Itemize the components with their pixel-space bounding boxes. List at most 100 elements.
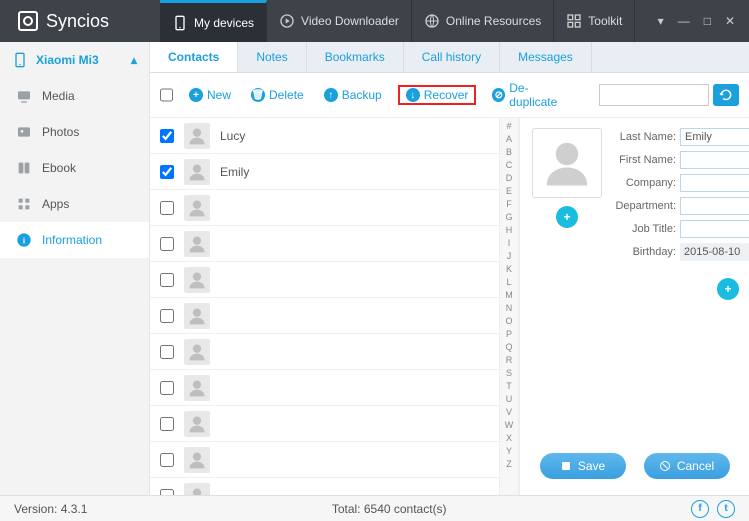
index-letter[interactable]: V [506,406,512,419]
minimize-icon[interactable]: — [678,14,690,28]
sidebar-item-photos[interactable]: Photos [0,114,149,150]
index-letter[interactable]: L [506,276,511,289]
row-checkbox[interactable] [160,453,174,467]
index-letter[interactable]: K [506,263,512,276]
job-title-field[interactable] [680,220,749,238]
up-icon: ↑ [324,88,338,102]
index-letter[interactable]: I [508,237,511,250]
index-letter[interactable]: C [506,159,513,172]
version-label: Version: 4.3.1 [14,502,87,516]
row-checkbox[interactable] [160,381,174,395]
tab-call-history[interactable]: Call history [404,42,500,72]
contact-row[interactable]: Lucy [150,118,499,154]
detail-panel: + Last Name: First Name: Company: Depart… [519,118,749,495]
index-letter[interactable]: W [505,419,514,432]
index-letter[interactable]: E [506,185,512,198]
contact-row[interactable]: Emily [150,154,499,190]
index-letter[interactable]: Y [506,445,512,458]
index-letter[interactable]: X [506,432,512,445]
index-letter[interactable]: Q [505,341,512,354]
index-letter[interactable]: # [506,120,511,133]
index-letter[interactable]: O [505,315,512,328]
contact-row[interactable] [150,262,499,298]
index-letter[interactable]: N [506,302,513,315]
index-letter[interactable]: A [506,133,512,146]
down-icon: ↓ [406,88,420,102]
row-checkbox[interactable] [160,129,174,143]
index-letter[interactable]: Z [506,458,512,471]
index-letter[interactable]: D [506,172,513,185]
tab-bookmarks[interactable]: Bookmarks [307,42,404,72]
twitter-icon[interactable]: t [717,500,735,518]
index-letter[interactable]: U [506,393,513,406]
department-field[interactable] [680,197,749,215]
index-letter[interactable]: F [506,198,512,211]
sidebar-item-information[interactable]: iInformation [0,222,149,258]
contacts-list: Lucy Emily [150,118,499,495]
label-company: Company: [614,177,676,189]
contact-row[interactable] [150,334,499,370]
device-selector[interactable]: Xiaomi Mi3 ▴ [0,42,149,78]
index-letter[interactable]: S [506,367,512,380]
search-button[interactable] [713,84,739,106]
tv-icon [16,88,32,104]
label-first-name: First Name: [614,154,676,166]
index-letter[interactable]: T [506,380,512,393]
index-letter[interactable]: H [506,224,513,237]
recover-button[interactable]: ↓Recover [398,85,477,105]
deduplicate-button[interactable]: ⊘De-duplicate [488,79,575,111]
tab-toolkit[interactable]: Toolkit [554,0,635,42]
row-checkbox[interactable] [160,273,174,287]
maximize-icon[interactable]: □ [704,14,711,28]
tab-notes[interactable]: Notes [238,42,306,72]
backup-button[interactable]: ↑Backup [320,86,386,104]
index-letter[interactable]: M [505,289,513,302]
contact-row[interactable] [150,478,499,495]
tab-online-resources[interactable]: Online Resources [412,0,554,42]
tab-my-devices[interactable]: My devices [160,0,267,42]
tab-contacts[interactable]: Contacts [150,42,238,72]
index-letter[interactable]: J [507,250,512,263]
delete-button[interactable]: 🗑Delete [247,86,308,104]
select-all-checkbox[interactable] [160,88,173,102]
row-checkbox[interactable] [160,417,174,431]
contact-row[interactable] [150,370,499,406]
row-checkbox[interactable] [160,201,174,215]
svg-text:i: i [23,236,25,245]
row-avatar [184,231,210,257]
last-name-field[interactable] [680,128,749,146]
search-input[interactable] [599,84,709,106]
row-checkbox[interactable] [160,165,174,179]
contact-row[interactable] [150,298,499,334]
index-letter[interactable]: P [506,328,512,341]
contact-row[interactable] [150,406,499,442]
tab-messages[interactable]: Messages [500,42,592,72]
index-letter[interactable]: B [506,146,512,159]
index-letter[interactable]: G [505,211,512,224]
dedup-icon: ⊘ [492,88,505,102]
row-checkbox[interactable] [160,345,174,359]
menu-icon[interactable]: ▾ [658,14,664,28]
row-checkbox[interactable] [160,309,174,323]
facebook-icon[interactable]: f [691,500,709,518]
index-letter[interactable]: R [506,354,513,367]
cancel-button[interactable]: Cancel [644,453,730,479]
company-field[interactable] [680,174,749,192]
save-button[interactable]: Save [540,453,626,479]
contact-row[interactable] [150,190,499,226]
row-checkbox[interactable] [160,237,174,251]
tab-video-downloader[interactable]: Video Downloader [267,0,412,42]
add-photo-button[interactable]: + [556,206,578,228]
first-name-field[interactable] [680,151,749,169]
sidebar-item-ebook[interactable]: Ebook [0,150,149,186]
row-avatar [184,375,210,401]
add-field-button[interactable]: + [717,278,739,300]
contact-row[interactable] [150,442,499,478]
contact-row[interactable] [150,226,499,262]
save-icon [560,460,572,472]
photo-icon [16,124,32,140]
close-icon[interactable]: ✕ [725,14,735,28]
sidebar-item-apps[interactable]: Apps [0,186,149,222]
sidebar-item-media[interactable]: Media [0,78,149,114]
new-button[interactable]: +New [185,86,235,104]
